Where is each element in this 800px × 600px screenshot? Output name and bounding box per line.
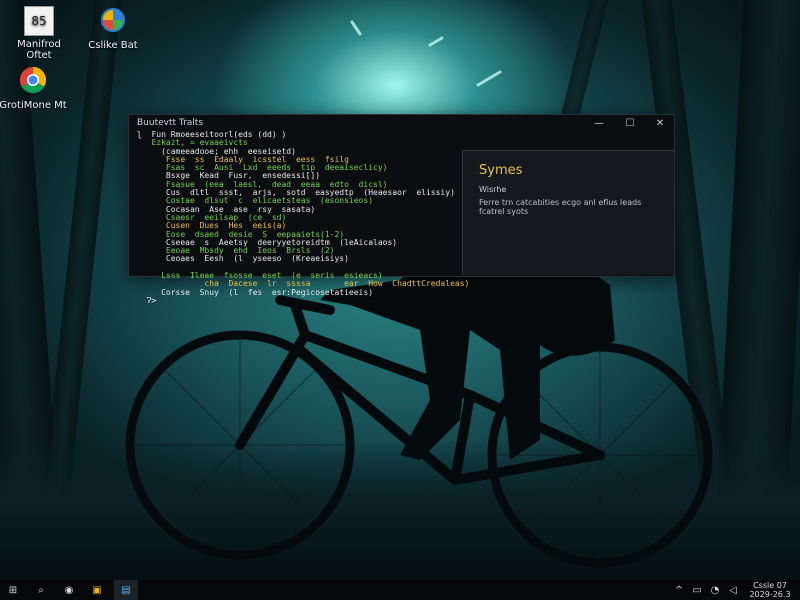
clock-date: 2029-26.3 <box>749 590 791 599</box>
panel-title: Symes <box>479 163 523 178</box>
desktop-icon-label: Manifrod Oftet <box>17 39 61 61</box>
desktop-icon-label: Cslike Bat <box>88 40 138 51</box>
desktop-icon-cslike[interactable]: Cslike Bat <box>78 6 148 51</box>
battery-icon[interactable]: ▭ <box>690 580 704 600</box>
tray-chevron-icon[interactable]: ^ <box>672 580 686 600</box>
terminal-window[interactable]: Buutevtt Tralts — ☐ ✕ ɭ Fun Rmoeeseitoor… <box>128 114 675 305</box>
colorful-app-icon <box>101 8 125 32</box>
taskbar-app-1[interactable]: ◉ <box>58 580 80 600</box>
system-clock[interactable]: Cssle 07 2029-26.3 <box>748 581 792 599</box>
code-line: Ɂ> <box>137 295 157 305</box>
start-button[interactable]: ⊞ <box>2 580 24 600</box>
maximize-button[interactable]: ☐ <box>623 118 637 130</box>
code-line: Corsse Snuy (l fes esr:Pegicosetatieeis) <box>137 287 374 297</box>
panel-body: Ferre trn catcabities ecgo anl eflus lea… <box>479 198 642 216</box>
taskbar-app-2[interactable]: ▣ <box>86 580 108 600</box>
search-button[interactable]: ⌕ <box>30 580 52 600</box>
chrome-icon <box>19 66 47 94</box>
network-icon[interactable]: ◔ <box>708 580 722 600</box>
info-panel: Symes Wisrhe Ferre trn catcabities ecgo … <box>462 150 674 275</box>
document-app-icon: 85 <box>24 6 54 36</box>
desktop-icon-label: GrotiMone Mt <box>0 100 67 111</box>
code-line: Ceoaes Eesh (l yseeso (Kreaeisiys) <box>137 254 349 264</box>
minimize-button[interactable]: — <box>592 118 606 130</box>
taskbar: ⊞ ⌕ ◉ ▣ ▤ ^ ▭ ◔ ◁ Cssle 07 2029-26.3 <box>0 580 800 600</box>
desktop-icon-manifrod[interactable]: 85 Manifrod Oftet <box>4 6 74 61</box>
taskbar-app-3-active[interactable]: ▤ <box>114 580 138 600</box>
volume-icon[interactable]: ◁ <box>726 580 740 600</box>
close-button[interactable]: ✕ <box>653 118 667 130</box>
clock-time: Cssle 07 <box>753 581 787 590</box>
window-title: Buutevtt Tralts <box>137 118 204 128</box>
desktop-icon-chrome[interactable]: GrotiMone Mt <box>0 66 68 111</box>
code-area[interactable]: ɭ Fun Rmoeeseitoorl(eds (dd) ) Ezkazt, =… <box>137 130 469 305</box>
panel-subtitle: Wisrhe <box>479 185 507 194</box>
